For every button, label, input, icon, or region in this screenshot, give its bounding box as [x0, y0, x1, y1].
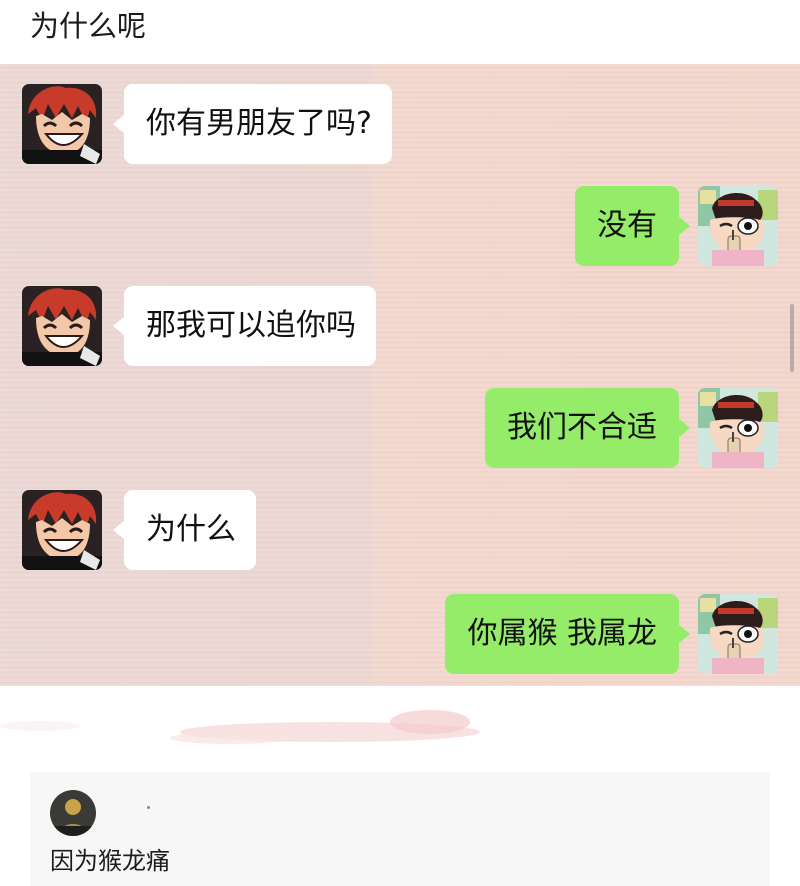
- watermark-smudge: [0, 686, 800, 766]
- crayon-shinchan-avatar-icon: [698, 388, 778, 468]
- dot-mark: [147, 806, 150, 809]
- message-bubble-sent[interactable]: 我们不合适: [485, 388, 690, 468]
- crayon-shinchan-avatar-icon: [698, 186, 778, 266]
- sender-avatar-icon: [22, 490, 102, 570]
- post-page: 为什么呢 你有男朋友了吗? 没有 那我可以追你吗 我们不合适 为什么 你属猴 我…: [0, 0, 800, 886]
- anime-red-hair-avatar-icon: [22, 286, 102, 366]
- sender-avatar-icon: [22, 84, 102, 164]
- message-bubble-received[interactable]: 为什么: [113, 490, 256, 570]
- sender-avatar-icon: [22, 286, 102, 366]
- self-avatar-icon: [698, 186, 778, 266]
- post-title: 为什么呢: [30, 9, 147, 43]
- message-bubble-received[interactable]: 你有男朋友了吗?: [113, 84, 392, 164]
- comment-card: 因为猴龙痛: [30, 772, 770, 886]
- commenter-avatar-icon: [50, 790, 96, 836]
- chat-screenshot: 你有男朋友了吗? 没有 那我可以追你吗 我们不合适 为什么 你属猴 我属龙: [0, 64, 800, 686]
- pink-smudge-decoration: [0, 710, 480, 744]
- comment-text: 因为猴龙痛: [50, 847, 170, 875]
- chat-scrollbar[interactable]: [790, 304, 794, 372]
- anime-red-hair-avatar-icon: [22, 84, 102, 164]
- commenter-avatar[interactable]: [50, 790, 96, 836]
- message-bubble-sent[interactable]: 你属猴 我属龙: [445, 594, 690, 674]
- anime-red-hair-avatar-icon: [22, 490, 102, 570]
- message-bubble-sent[interactable]: 没有: [575, 186, 690, 266]
- self-avatar-icon: [698, 388, 778, 468]
- crayon-shinchan-avatar-icon: [698, 594, 778, 674]
- message-bubble-received[interactable]: 那我可以追你吗: [113, 286, 376, 366]
- self-avatar-icon: [698, 594, 778, 674]
